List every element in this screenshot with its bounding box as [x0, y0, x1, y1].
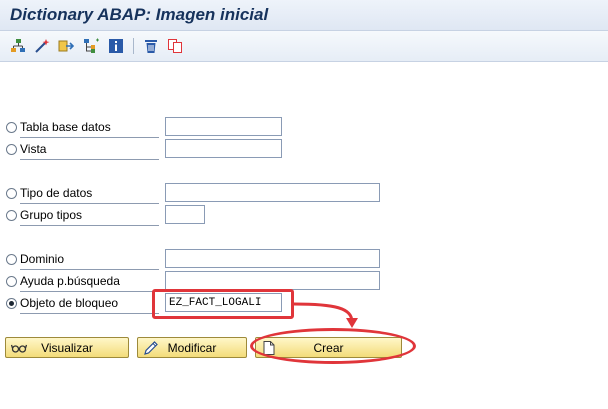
radio-button-selected[interactable] — [6, 297, 17, 309]
window-title: Dictionary ABAP: Imagen inicial — [10, 5, 269, 24]
radio-button[interactable] — [6, 275, 17, 287]
option-label: Dominio — [20, 252, 65, 266]
hierarchy-icon[interactable] — [10, 38, 26, 54]
where-used-icon[interactable] — [58, 38, 74, 54]
radio-button[interactable] — [6, 143, 17, 155]
option-label: Tipo de datos — [20, 186, 93, 200]
radio-button[interactable] — [6, 209, 17, 221]
label-underline — [20, 269, 159, 270]
pencil-icon — [144, 341, 158, 355]
create-button[interactable]: Crear — [255, 337, 402, 358]
change-button[interactable]: Modificar — [137, 337, 247, 358]
search-help-input[interactable] — [165, 271, 380, 290]
info-icon[interactable] — [108, 38, 124, 54]
label-underline — [20, 137, 159, 138]
option-dominio[interactable]: Dominio — [6, 251, 64, 267]
option-label: Objeto de bloqueo — [20, 296, 119, 310]
copy-icon[interactable] — [167, 38, 183, 54]
label-underline — [20, 291, 159, 292]
lock-object-input[interactable] — [165, 293, 282, 312]
option-label: Ayuda p.búsqueda — [20, 274, 120, 288]
toolbar-separator — [133, 38, 134, 54]
domain-input[interactable] — [165, 249, 380, 268]
label-underline — [20, 203, 159, 204]
type-group-input[interactable] — [165, 205, 205, 224]
label-underline — [20, 159, 159, 160]
display-button-label: Visualizar — [41, 340, 93, 355]
option-tabla-base-datos[interactable]: Tabla base datos — [6, 119, 111, 135]
change-button-label: Modificar — [167, 340, 217, 355]
option-label: Grupo tipos — [20, 208, 83, 222]
radio-button[interactable] — [6, 187, 17, 199]
application-toolbar — [0, 31, 608, 62]
table-name-input[interactable] — [165, 117, 282, 136]
option-ayuda-busqueda[interactable]: Ayuda p.búsqueda — [6, 273, 120, 289]
option-label: Vista — [20, 142, 47, 156]
create-button-label: Crear — [313, 340, 344, 355]
display-button[interactable]: Visualizar — [5, 337, 129, 358]
object-tree-icon[interactable] — [83, 38, 99, 54]
trash-icon[interactable] — [143, 38, 159, 54]
option-objeto-de-bloqueo[interactable]: Objeto de bloqueo — [6, 295, 118, 311]
option-tipo-de-datos[interactable]: Tipo de datos — [6, 185, 92, 201]
title-bar: Dictionary ABAP: Imagen inicial — [0, 0, 608, 31]
new-document-icon — [263, 341, 275, 355]
option-vista[interactable]: Vista — [6, 141, 46, 157]
label-underline — [20, 225, 159, 226]
data-type-input[interactable] — [165, 183, 380, 202]
option-label: Tabla base datos — [20, 120, 111, 134]
option-grupo-tipos[interactable]: Grupo tipos — [6, 207, 82, 223]
view-name-input[interactable] — [165, 139, 282, 158]
magic-wand-icon[interactable] — [34, 38, 50, 54]
label-underline — [20, 313, 159, 314]
glasses-icon — [11, 344, 27, 353]
radio-button[interactable] — [6, 253, 17, 265]
radio-button[interactable] — [6, 121, 17, 133]
